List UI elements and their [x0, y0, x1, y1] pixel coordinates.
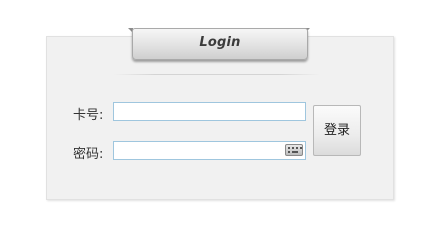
title-divider: [114, 74, 320, 75]
password-input[interactable]: [113, 141, 306, 160]
card-number-label: 卡号:: [73, 108, 104, 123]
card-number-input[interactable]: [113, 102, 306, 121]
login-title-tab: Login: [132, 28, 308, 60]
login-button[interactable]: 登录: [313, 105, 361, 156]
password-label: 密码:: [73, 147, 104, 162]
keyboard-icon[interactable]: [285, 144, 303, 156]
